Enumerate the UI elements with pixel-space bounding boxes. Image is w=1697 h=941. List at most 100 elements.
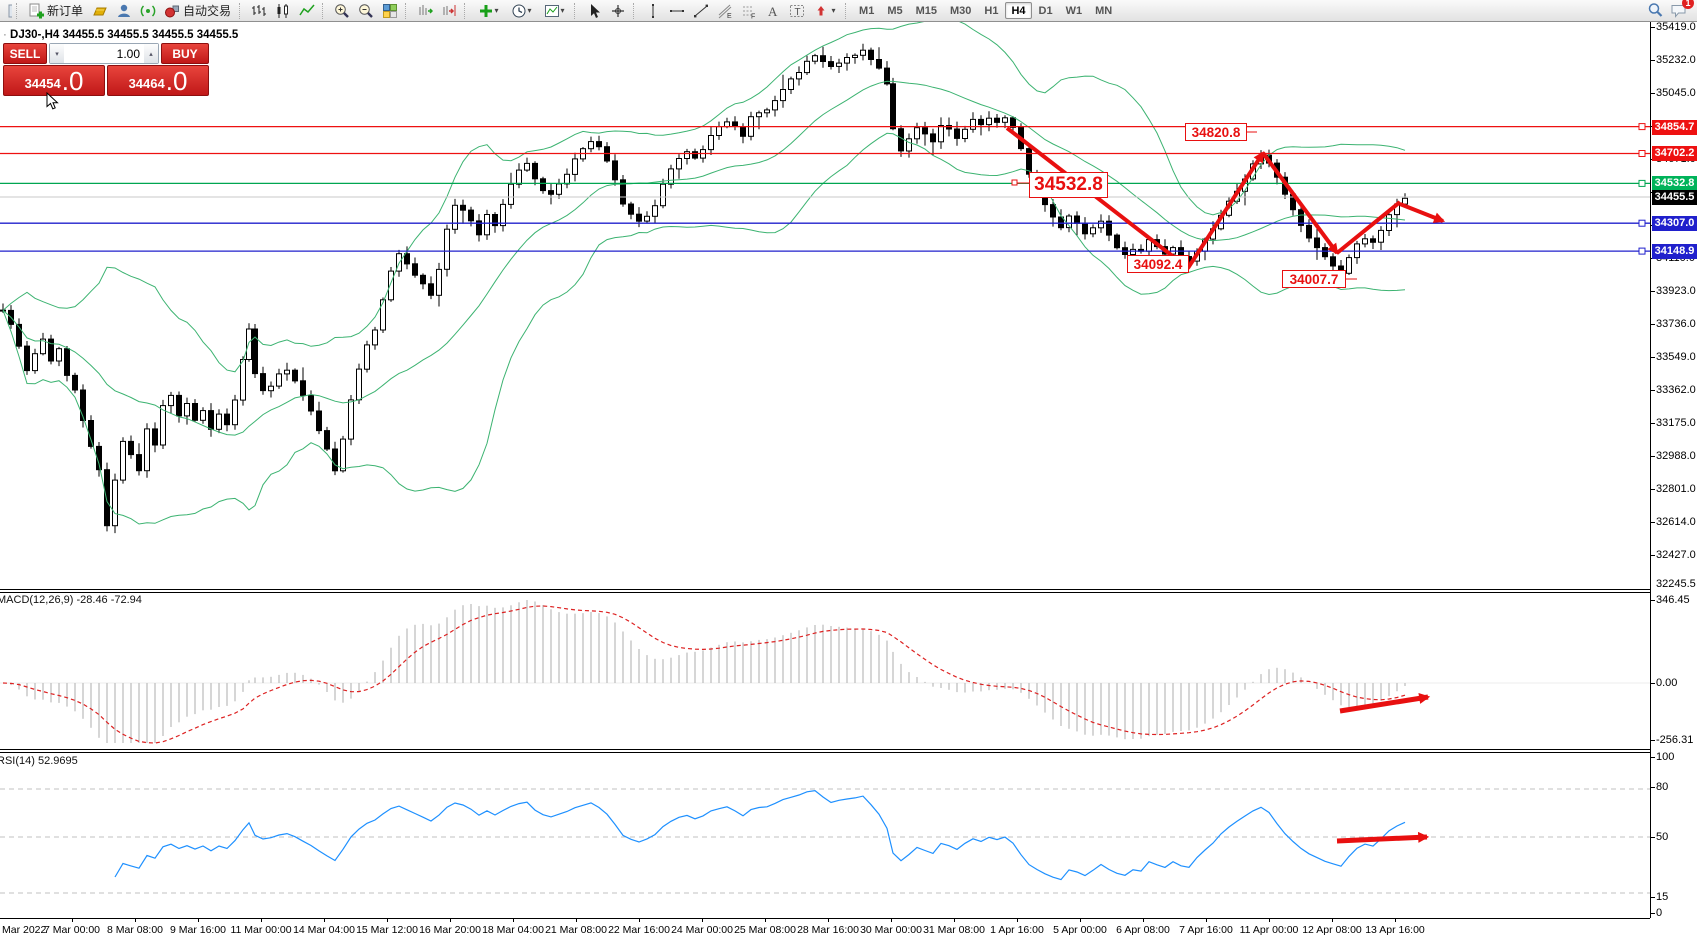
text-label-icon: T <box>789 3 805 19</box>
period-selector-button[interactable]: ▾ <box>505 1 537 20</box>
x-axis-label: 21 Mar 08:00 <box>545 924 607 936</box>
rsi-panel-canvas[interactable] <box>0 753 1650 918</box>
auto-scroll-button[interactable] <box>413 1 436 20</box>
vertical-line-tool[interactable] <box>641 1 664 20</box>
price-annotation[interactable]: 34007.7 <box>1282 270 1346 288</box>
chevron-down-icon: ▾ <box>561 6 565 15</box>
price-annotation[interactable]: 34820.8 <box>1185 123 1247 141</box>
volume-decrease-button[interactable]: ▾ <box>50 44 64 63</box>
toolbar-separator <box>574 3 578 19</box>
x-axis-tick <box>576 919 577 922</box>
line-chart-button[interactable] <box>295 1 318 20</box>
buy-price-display[interactable]: 34464 .0 <box>107 65 209 96</box>
template-button[interactable]: ▾ <box>538 1 570 20</box>
volume-increase-button[interactable]: ▴ <box>144 44 158 63</box>
level-line-handle[interactable] <box>1639 124 1645 130</box>
arrows-tool[interactable]: ▾ <box>809 1 841 20</box>
search-button[interactable] <box>1644 1 1667 20</box>
tab-timeframe-mn[interactable]: MN <box>1089 2 1118 19</box>
macd-panel-canvas[interactable] <box>0 593 1650 749</box>
price-axis[interactable]: 35419.035232.035045.034858.034671.034484… <box>1650 22 1697 919</box>
crosshair-icon <box>610 3 626 19</box>
accounts-button[interactable] <box>112 1 135 20</box>
clipped-icon[interactable] <box>3 1 12 20</box>
arrow-shape-icon <box>815 3 831 19</box>
tile-windows-button[interactable] <box>378 1 401 20</box>
rsi-axis-tick <box>1651 897 1655 898</box>
chart-shift-button[interactable] <box>437 1 460 20</box>
tab-timeframe-h1[interactable]: H1 <box>978 2 1004 19</box>
trendline-tool[interactable] <box>689 1 712 20</box>
x-axis-label: 7 Mar 00:00 <box>44 924 100 936</box>
x-axis-label: 11 Mar 00:00 <box>230 924 291 936</box>
fibonacci-tool[interactable]: F <box>737 1 760 20</box>
volume-input[interactable]: 1.00 <box>64 44 144 63</box>
signals-button[interactable] <box>136 1 159 20</box>
tab-timeframe-m15[interactable]: M15 <box>910 2 943 19</box>
sell-price-display[interactable]: 34454 .0 <box>3 65 105 96</box>
y-axis-label: 32427.0 <box>1656 549 1696 561</box>
new-order-button[interactable]: 新订单 <box>24 1 87 20</box>
x-axis-label: 15 Mar 12:00 <box>356 924 418 936</box>
rsi-axis-tick <box>1651 757 1655 758</box>
equidistant-channel-tool[interactable]: E <box>713 1 736 20</box>
candlesticks <box>1 44 1408 533</box>
buy-button[interactable]: BUY <box>161 43 209 64</box>
price-annotation[interactable]: 34532.8 <box>1029 172 1108 198</box>
toolbar-right-group: 1 <box>1644 1 1694 20</box>
x-axis-label: 28 Mar 16:00 <box>797 924 859 936</box>
tab-timeframe-d1[interactable]: D1 <box>1033 2 1059 19</box>
price-chart-canvas[interactable] <box>0 22 1650 589</box>
notifications-button[interactable]: 1 <box>1667 1 1690 20</box>
symbol-period-label: DJ30-,H4 <box>10 29 59 41</box>
rsi-header: RSI(14) 52.9695 <box>0 755 78 767</box>
toolbar-separator <box>322 3 326 19</box>
macd-values: -28.46 -72.94 <box>76 594 141 606</box>
price-level-label: 34854.7 <box>1652 120 1697 135</box>
panel-divider[interactable] <box>0 589 1650 590</box>
zoom-out-button[interactable] <box>354 1 377 20</box>
add-indicator-button[interactable]: ▾ <box>472 1 504 20</box>
new-order-icon <box>28 3 44 19</box>
tab-timeframe-w1[interactable]: W1 <box>1060 2 1089 19</box>
auto-scroll-icon <box>417 3 433 19</box>
sell-price-fraction: .0 <box>62 69 84 94</box>
buy-price-fraction: .0 <box>166 69 188 94</box>
cursor-tool-button[interactable] <box>582 1 605 20</box>
sell-button[interactable]: SELL <box>3 43 47 64</box>
svg-text:A: A <box>768 4 778 19</box>
level-line-handle[interactable] <box>1639 151 1645 157</box>
time-axis[interactable]: Mar 20227 Mar 00:008 Mar 08:009 Mar 16:0… <box>0 918 1697 941</box>
price-level-label: 34307.0 <box>1652 216 1697 231</box>
line-chart-icon <box>299 3 315 19</box>
rsi-axis-label: 100 <box>1656 751 1674 763</box>
y-axis-tick <box>1651 324 1655 325</box>
y-axis-tick <box>1651 423 1655 424</box>
tab-timeframe-m30[interactable]: M30 <box>944 2 977 19</box>
price-annotation[interactable]: 34092.4 <box>1127 255 1189 273</box>
tab-timeframe-h4[interactable]: H4 <box>1005 2 1031 19</box>
text-a-icon: A <box>765 3 781 19</box>
x-axis-label: 13 Apr 16:00 <box>1365 924 1425 936</box>
tab-timeframe-m1[interactable]: M1 <box>853 2 880 19</box>
text-tool[interactable]: A <box>761 1 784 20</box>
zoom-in-button[interactable] <box>330 1 353 20</box>
candle-chart-button[interactable] <box>271 1 294 20</box>
level-line-handle[interactable] <box>1639 180 1645 186</box>
x-axis-tick <box>1395 919 1396 922</box>
horizontal-line-tool[interactable] <box>665 1 688 20</box>
tab-timeframe-m5[interactable]: M5 <box>881 2 908 19</box>
quotes-button[interactable] <box>88 1 111 20</box>
x-axis-tick <box>1143 919 1144 922</box>
level-line-handle[interactable] <box>1639 220 1645 226</box>
macd-header: MACD(12,26,9) -28.46 -72.94 <box>0 594 142 606</box>
level-line-handle[interactable] <box>1639 248 1645 254</box>
fibonacci-icon: F <box>741 3 757 19</box>
panel-divider[interactable] <box>0 749 1650 750</box>
chart-area[interactable]: · DJ30-,H4 34455.5 34455.5 34455.5 34455… <box>0 22 1650 918</box>
text-label-tool[interactable]: T <box>785 1 808 20</box>
bar-chart-button[interactable] <box>247 1 270 20</box>
x-axis-label: 7 Apr 16:00 <box>1179 924 1233 936</box>
autotrading-button[interactable]: 自动交易 <box>160 1 235 20</box>
crosshair-tool-button[interactable] <box>606 1 629 20</box>
